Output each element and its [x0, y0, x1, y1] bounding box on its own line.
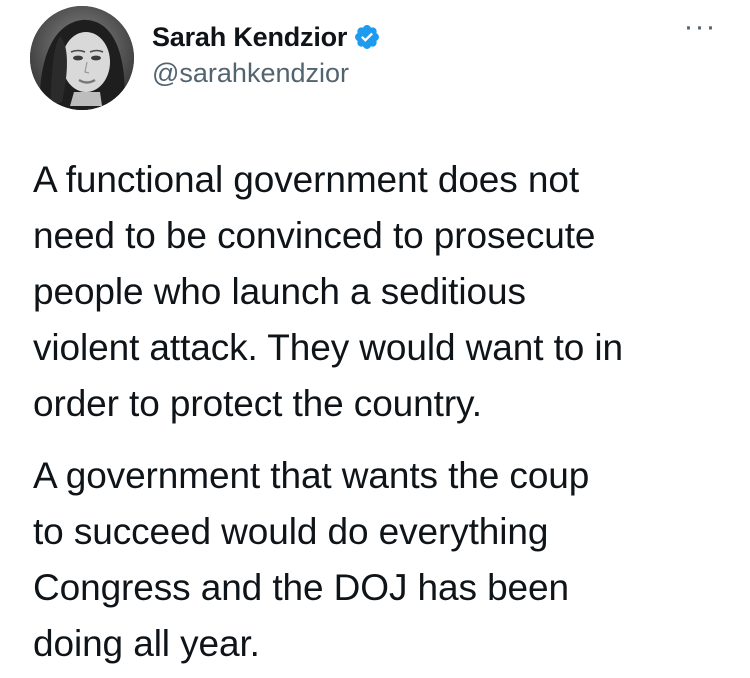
author-block: Sarah Kendzior @sarahkendzior	[152, 20, 381, 89]
text-line: people who launch a seditious	[33, 271, 526, 312]
text-line: A government that wants the coup	[33, 455, 590, 496]
more-options-button[interactable]: ···	[680, 12, 720, 50]
text-line: A functional government does not	[33, 159, 580, 200]
tweet-paragraph-2: A government that wants the coup to succ…	[33, 448, 733, 672]
text-line: Congress and the DOJ has been	[33, 567, 569, 608]
author-display-name[interactable]: Sarah Kendzior	[152, 22, 347, 53]
text-line: need to be convinced to prosecute	[33, 215, 596, 256]
avatar-photo	[30, 6, 134, 110]
text-line: order to protect the country.	[33, 383, 482, 424]
tweet-card: Sarah Kendzior @sarahkendzior ··· A func…	[0, 0, 750, 678]
author-handle[interactable]: @sarahkendzior	[152, 58, 381, 89]
text-line: to succeed would do everything	[33, 511, 549, 552]
tweet-paragraph-1: A functional government does not need to…	[33, 152, 733, 432]
text-line: violent attack. They would want to in	[33, 327, 623, 368]
tweet-text: A functional government does not need to…	[33, 152, 733, 672]
text-line: doing all year.	[33, 623, 260, 664]
verified-badge-icon	[353, 23, 381, 51]
avatar[interactable]	[30, 6, 134, 110]
name-row: Sarah Kendzior	[152, 20, 381, 54]
more-options-icon: ···	[683, 10, 717, 43]
